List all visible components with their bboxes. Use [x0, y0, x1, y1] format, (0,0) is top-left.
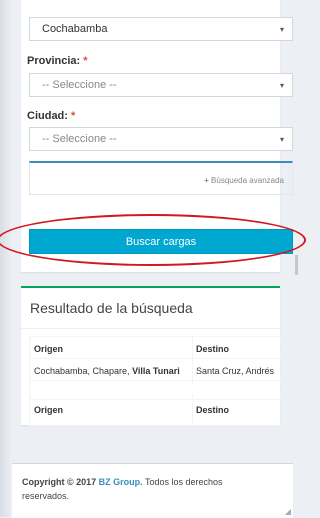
provincia-label: Provincia: *	[27, 55, 88, 67]
provincia-select[interactable]: -- Seleccione -- ▾	[29, 73, 293, 97]
row-divider	[30, 380, 281, 381]
search-form-panel: Cochabamba ▾ Provincia: * -- Seleccione …	[21, 0, 293, 272]
cell-destino: Santa Cruz, Andrés	[196, 366, 275, 376]
column-header-destino: Destino	[196, 344, 230, 354]
results-table: Origen Destino Cochabamba, Chapare, Vill…	[29, 336, 281, 426]
search-loads-button[interactable]: Buscar cargas	[29, 229, 293, 254]
chevron-down-icon: ▾	[279, 25, 284, 34]
row-divider	[30, 399, 281, 400]
departamento-value: Cochabamba	[42, 23, 108, 35]
footer-header-destino: Destino	[196, 405, 230, 415]
copyright-text: Copyright © 2017 BZ Group. Todos los der…	[22, 475, 262, 503]
footer-header-origen: Origen	[34, 405, 64, 415]
row-divider	[30, 358, 281, 359]
advanced-search-box: + Búsqueda avanzada	[29, 161, 293, 195]
column-header-origen: Origen	[34, 344, 64, 354]
column-separator	[192, 395, 193, 423]
required-mark: *	[83, 55, 88, 67]
plus-icon: +	[204, 176, 209, 185]
ciudad-label: Ciudad: *	[27, 110, 75, 122]
scrollbar-thumb[interactable]	[295, 255, 298, 275]
ciudad-select[interactable]: -- Seleccione -- ▾	[29, 127, 293, 151]
resize-grip-icon: ◢	[284, 507, 291, 516]
chevron-down-icon: ▾	[279, 135, 284, 144]
cell-origen: Cochabamba, Chapare, Villa Tunari	[34, 366, 180, 376]
provincia-placeholder: -- Seleccione --	[42, 79, 117, 91]
cell-origen-bold: Villa Tunari	[132, 366, 180, 376]
ciudad-label-text: Ciudad:	[27, 110, 68, 122]
results-title: Resultado de la búsqueda	[30, 300, 193, 316]
ciudad-placeholder: -- Seleccione --	[42, 133, 117, 145]
sidebar-shadow	[0, 0, 12, 517]
chevron-down-icon: ▾	[279, 81, 284, 90]
required-mark: *	[71, 110, 76, 122]
cell-origen-text: Cochabamba, Chapare,	[34, 366, 133, 376]
brand-link[interactable]: BZ Group.	[99, 477, 143, 487]
results-divider	[21, 328, 280, 329]
page-footer: Copyright © 2017 BZ Group. Todos los der…	[12, 463, 293, 518]
advanced-search-label: Búsqueda avanzada	[211, 176, 284, 185]
results-panel: Resultado de la búsqueda Origen Destino …	[21, 286, 281, 426]
provincia-label-text: Provincia:	[27, 55, 81, 67]
copyright-prefix: Copyright © 2017	[22, 477, 99, 487]
departamento-select[interactable]: Cochabamba ▾	[29, 17, 293, 41]
advanced-search-link[interactable]: + Búsqueda avanzada	[204, 176, 284, 185]
